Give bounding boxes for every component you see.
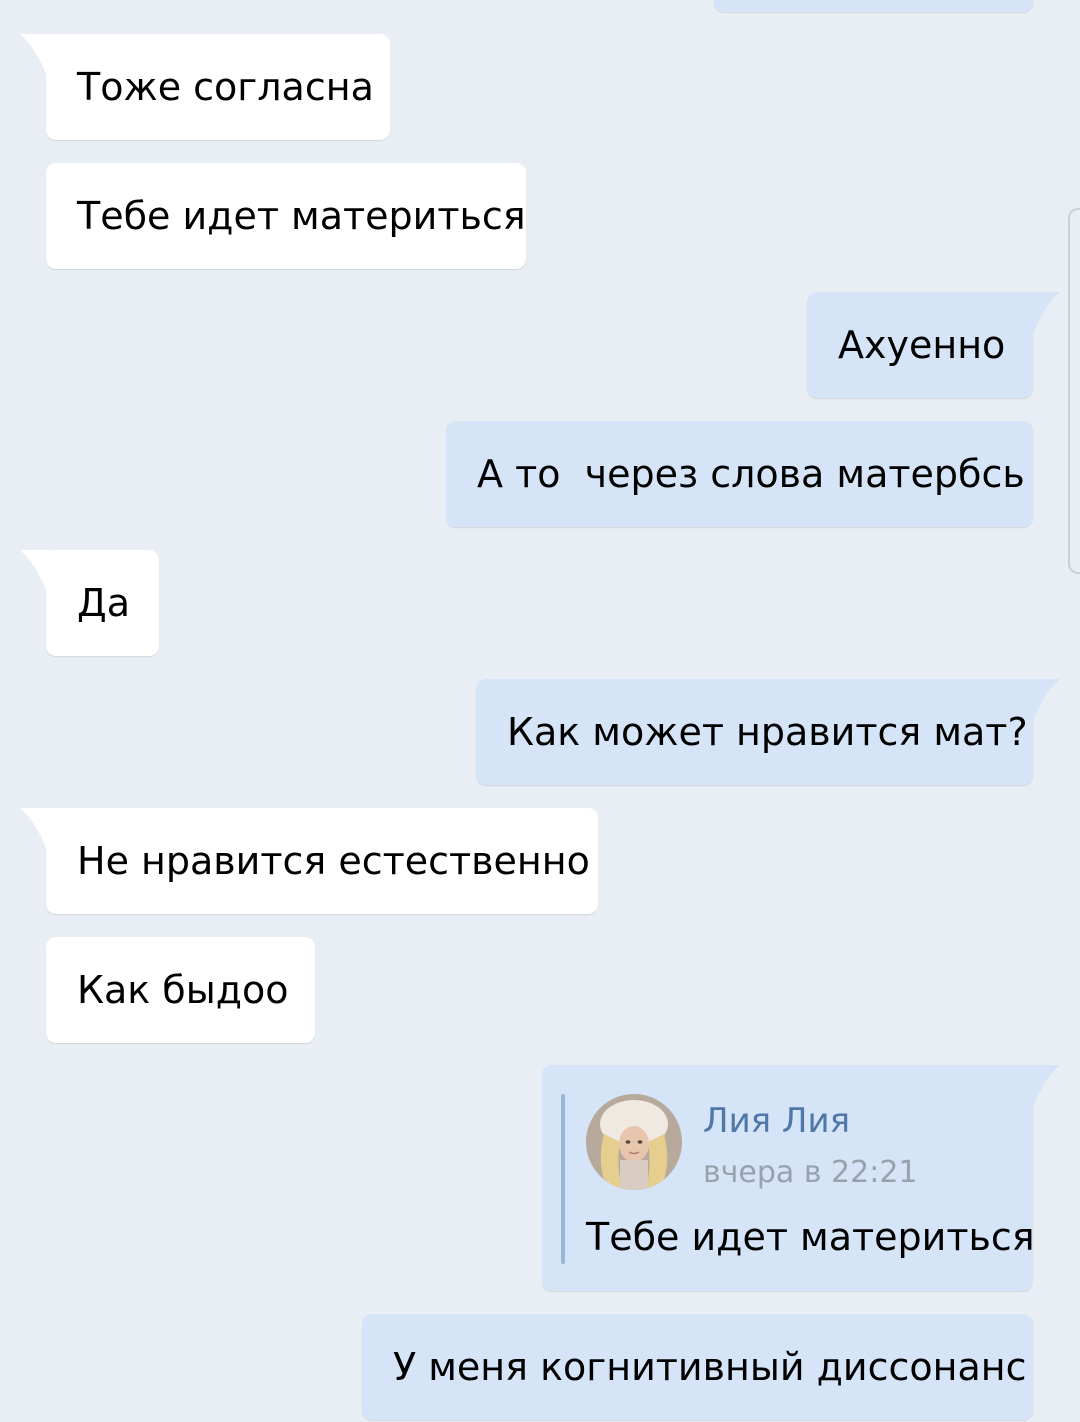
message-text: А то через слова матербсь: [477, 452, 1025, 496]
message-bubble-outgoing[interactable]: А то через слова матербсь: [446, 421, 1033, 527]
message-text: У меня когнитивный диссонанс: [393, 1345, 1027, 1389]
partial-outgoing-bubble[interactable]: [714, 0, 1033, 12]
sender-name-link[interactable]: Лия Лия: [703, 1101, 850, 1141]
message-bubble-outgoing[interactable]: У меня когнитивный диссонанс: [362, 1314, 1033, 1420]
message-text: Как быдоо: [77, 968, 289, 1012]
bubble-tail-icon: [20, 550, 54, 590]
bubble-tail-icon: [1026, 1065, 1060, 1105]
message-text: Тоже согласна: [77, 65, 374, 109]
message-text: Не нравится естественно: [77, 839, 590, 883]
message-bubble-outgoing[interactable]: Ахуенно: [807, 292, 1060, 398]
message-bubble-incoming[interactable]: Тебе идет материться: [46, 163, 526, 269]
user-avatar-photo-icon: [586, 1094, 682, 1190]
message-text: Ахуенно: [838, 323, 1006, 367]
forwarded-message-text: Тебе идет материться: [586, 1215, 1035, 1259]
message-bubble-incoming[interactable]: Тоже согласна: [20, 34, 390, 140]
message-text: Тебе идет материться: [77, 194, 526, 238]
forwarded-message-bubble[interactable]: Лия Лия вчера в 22:21 Тебе идет материть…: [542, 1065, 1060, 1291]
scroll-indicator[interactable]: [1068, 208, 1080, 574]
message-text: Да: [77, 581, 130, 625]
message-bubble-incoming[interactable]: Не нравится естественно: [20, 808, 598, 914]
avatar[interactable]: [586, 1094, 682, 1190]
chat-history: Тоже согласна Тебе идет материться Ахуен…: [0, 0, 1080, 1422]
message-bubble-incoming[interactable]: Да: [20, 550, 159, 656]
message-bubble-incoming[interactable]: Как быдоо: [46, 937, 315, 1043]
bubble-tail-icon: [20, 34, 54, 74]
forward-quote-bar: [561, 1094, 565, 1264]
bubble-tail-icon: [1026, 679, 1060, 719]
bubble-tail-icon: [20, 808, 54, 848]
message-bubble-outgoing[interactable]: Как может нравится мат?: [476, 679, 1060, 785]
message-text: Как может нравится мат?: [507, 710, 1028, 754]
message-timestamp: вчера в 22:21: [703, 1155, 918, 1190]
bubble-tail-icon: [1026, 292, 1060, 332]
